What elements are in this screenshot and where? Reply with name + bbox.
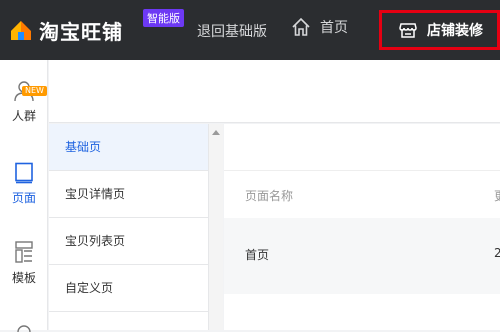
page-name-cell: 首页 [245, 248, 270, 262]
next-column-cell: 2 [494, 246, 500, 260]
new-tag: NEW [22, 86, 47, 96]
partial-sidebar-icon [17, 325, 31, 332]
column-header-next: 更 [494, 187, 500, 204]
table-row[interactable]: 首页 2 [224, 218, 500, 294]
scroll-up-arrow-icon[interactable] [212, 130, 220, 135]
sidebar-item-label: 模板 [11, 271, 36, 285]
page-icon [15, 162, 33, 184]
sidebar-item-templates[interactable]: 模板 [0, 240, 48, 286]
page-type-nav: 基础页 宝贝详情页 宝贝列表页 自定义页 [49, 124, 208, 330]
store-decoration-button[interactable]: 店铺装修 [379, 10, 500, 50]
page-header-area [49, 60, 500, 123]
home-nav-link[interactable]: 首页 [291, 17, 348, 37]
sidebar-item-pages[interactable]: 页面 [0, 162, 48, 206]
storefront-icon [399, 23, 417, 38]
template-icon [15, 241, 33, 263]
store-decoration-label: 店铺装修 [427, 23, 483, 39]
subnav-item-custom-pages[interactable]: 自定义页 [49, 265, 208, 312]
home-nav-label: 首页 [320, 20, 348, 36]
left-sidebar: NEW 人群 页面 模板 [0, 60, 48, 332]
brand-name: 淘宝旺铺 [39, 19, 123, 44]
taobao-logo-icon [9, 18, 33, 42]
home-icon [292, 17, 310, 36]
subnav-item-basic-pages[interactable]: 基础页 [49, 124, 208, 171]
taobao-wangpu-logo[interactable]: 淘宝旺铺 [9, 12, 139, 48]
subnav-scrollbar[interactable] [208, 124, 223, 330]
sidebar-item-label: 页面 [11, 191, 36, 205]
column-header-page-name: 页面名称 [245, 189, 294, 203]
subnav-item-item-detail-pages[interactable]: 宝贝详情页 [49, 171, 208, 218]
table-header: 页面名称 更 [224, 170, 500, 218]
edition-badge: 智能版 [143, 9, 184, 27]
back-to-basic-link[interactable]: 退回基础版 [197, 21, 267, 41]
sidebar-item-audience[interactable]: NEW 人群 [0, 78, 48, 124]
subnav-item-item-list-pages[interactable]: 宝贝列表页 [49, 218, 208, 265]
sidebar-item-label: 人群 [11, 109, 36, 123]
top-navigation-bar: 淘宝旺铺 智能版 退回基础版 首页 店铺装修 [0, 0, 500, 60]
page-list-panel: 页面名称 更 首页 2 [224, 124, 500, 330]
